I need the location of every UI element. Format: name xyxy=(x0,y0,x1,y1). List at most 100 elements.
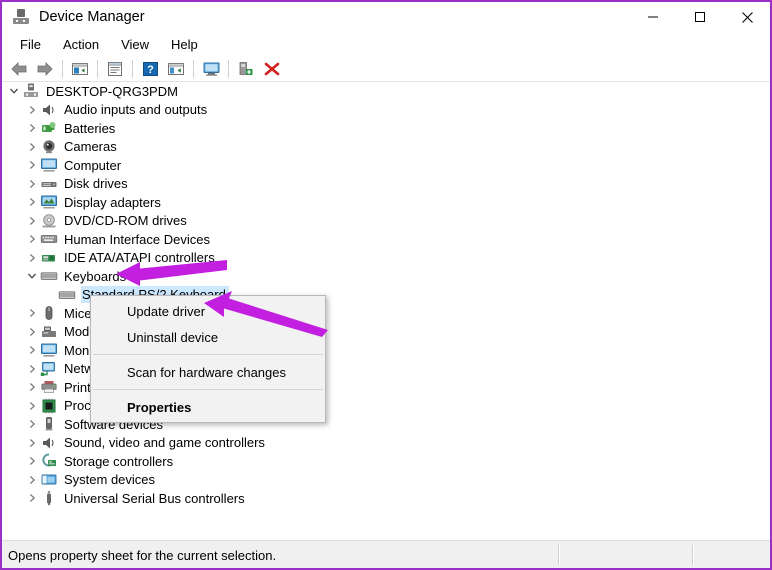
chevron-right-icon[interactable] xyxy=(24,397,40,415)
chevron-right-icon[interactable] xyxy=(24,193,40,211)
tree-item-ide-ata-atapi-controllers[interactable]: IDE ATA/ATAPI controllers xyxy=(2,249,770,268)
context-menu-item-properties[interactable]: Properties xyxy=(91,394,325,420)
chevron-right-icon[interactable] xyxy=(24,471,40,489)
tree-item-cameras[interactable]: Cameras xyxy=(2,138,770,157)
chevron-down-icon[interactable] xyxy=(6,82,22,100)
tree-item-label: Batteries xyxy=(64,120,116,136)
context-menu-item-uninstall-device[interactable]: Uninstall device xyxy=(91,324,325,350)
tree-item-universal-serial-bus-controllers[interactable]: Universal Serial Bus controllers xyxy=(2,489,770,508)
svg-text:?: ? xyxy=(147,64,154,76)
tree-root-node[interactable]: DESKTOP-QRG3PDM xyxy=(2,82,770,101)
tree-item-label: IDE ATA/ATAPI controllers xyxy=(64,250,215,266)
monitor-icon xyxy=(40,156,58,174)
toolbar-separator xyxy=(228,60,229,78)
menu-help[interactable]: Help xyxy=(160,34,209,55)
chevron-right-icon[interactable] xyxy=(24,452,40,470)
chevron-right-icon[interactable] xyxy=(24,360,40,378)
back-icon xyxy=(11,62,27,76)
tree-item-label: DVD/CD-ROM drives xyxy=(64,213,187,229)
forward-icon xyxy=(37,62,53,76)
chevron-right-icon[interactable] xyxy=(24,415,40,433)
tree-item-label: Display adapters xyxy=(64,194,161,210)
hid-icon xyxy=(40,230,58,248)
back-button[interactable] xyxy=(6,57,32,81)
help-button[interactable]: ? xyxy=(137,57,163,81)
tree-item-batteries[interactable]: Batteries xyxy=(2,119,770,138)
context-menu-separator xyxy=(93,354,323,355)
tree-item-storage-controllers[interactable]: Storage controllers xyxy=(2,452,770,471)
add-legacy-hardware-icon xyxy=(239,62,253,75)
context-menu-separator xyxy=(93,389,323,390)
context-menu-item-scan-for-hardware-changes[interactable]: Scan for hardware changes xyxy=(91,359,325,385)
tree-item-keyboards[interactable]: Keyboards xyxy=(2,267,770,286)
chevron-right-icon[interactable] xyxy=(24,138,40,156)
tree-item-display-adapters[interactable]: Display adapters xyxy=(2,193,770,212)
keyboard-icon xyxy=(58,286,76,304)
properties-icon xyxy=(108,62,122,76)
network-adapter-icon xyxy=(40,360,58,378)
menu-action[interactable]: Action xyxy=(52,34,110,55)
chevron-right-icon[interactable] xyxy=(24,230,40,248)
status-bar-divider xyxy=(558,545,560,565)
modem-icon xyxy=(40,323,58,341)
tree-item-dvd-cd-rom-drives[interactable]: DVD/CD-ROM drives xyxy=(2,212,770,231)
tree-item-audio-inputs-and-outputs[interactable]: Audio inputs and outputs xyxy=(2,101,770,120)
chevron-right-icon[interactable] xyxy=(24,156,40,174)
disk-drive-icon xyxy=(40,175,58,193)
toolbar-separator xyxy=(62,60,63,78)
show-hide-console-tree-button[interactable] xyxy=(67,57,93,81)
maximize-button[interactable] xyxy=(677,2,723,32)
window-title: Device Manager xyxy=(39,9,145,25)
tree-item-label: Audio inputs and outputs xyxy=(64,102,208,118)
ide-controller-icon xyxy=(40,249,58,267)
chevron-right-icon[interactable] xyxy=(24,378,40,396)
speaker-icon xyxy=(40,101,58,119)
chevron-right-icon[interactable] xyxy=(24,175,40,193)
chevron-right-icon[interactable] xyxy=(24,249,40,267)
tree-item-sound-video-and-game-controllers[interactable]: Sound, video and game controllers xyxy=(2,434,770,453)
tree-item-label: System devices xyxy=(64,472,156,488)
toolbar-separator xyxy=(97,60,98,78)
chevron-right-icon[interactable] xyxy=(24,323,40,341)
tree-item-label: Universal Serial Bus controllers xyxy=(64,490,245,506)
uninstall-device-button[interactable] xyxy=(259,57,285,81)
dvd-drive-icon xyxy=(40,212,58,230)
menu-view[interactable]: View xyxy=(110,34,160,55)
tree-item-label: Human Interface Devices xyxy=(64,231,210,247)
chevron-right-icon[interactable] xyxy=(24,119,40,137)
status-bar: Opens property sheet for the current sel… xyxy=(2,540,770,568)
chevron-right-icon[interactable] xyxy=(24,304,40,322)
toolbar: ? xyxy=(2,56,770,82)
chevron-right-icon[interactable] xyxy=(24,101,40,119)
update-driver-button[interactable] xyxy=(163,57,189,81)
chevron-right-icon[interactable] xyxy=(24,489,40,507)
update-driver-icon xyxy=(168,63,184,75)
tree-item-label: Computer xyxy=(64,157,122,173)
close-button[interactable] xyxy=(724,2,770,32)
minimize-button[interactable] xyxy=(630,2,676,32)
context-menu-item-update-driver[interactable]: Update driver xyxy=(91,298,325,324)
tree-item-human-interface-devices[interactable]: Human Interface Devices xyxy=(2,230,770,249)
show-hide-console-tree-icon xyxy=(72,63,88,75)
chevron-right-icon[interactable] xyxy=(24,341,40,359)
context-menu[interactable]: Update driver Uninstall device Scan for … xyxy=(90,295,326,423)
toolbar-separator xyxy=(193,60,194,78)
menu-file[interactable]: File xyxy=(9,34,52,55)
forward-button[interactable] xyxy=(32,57,58,81)
tree-item-system-devices[interactable]: System devices xyxy=(2,471,770,490)
status-bar-divider xyxy=(692,545,694,565)
camera-icon xyxy=(40,138,58,156)
scan-hardware-changes-button[interactable] xyxy=(198,57,224,81)
minimize-icon xyxy=(648,16,658,18)
add-legacy-hardware-button[interactable] xyxy=(233,57,259,81)
chevron-right-icon[interactable] xyxy=(24,434,40,452)
device-manager-icon xyxy=(12,8,30,26)
chevron-right-icon[interactable] xyxy=(24,212,40,230)
tree-item-computer[interactable]: Computer xyxy=(2,156,770,175)
chevron-down-icon[interactable] xyxy=(24,267,40,285)
menu-bar: File Action View Help xyxy=(2,32,770,56)
tree-item-disk-drives[interactable]: Disk drives xyxy=(2,175,770,194)
title-bar: Device Manager xyxy=(2,2,770,32)
tree-item-label: Sound, video and game controllers xyxy=(64,435,265,451)
properties-button[interactable] xyxy=(102,57,128,81)
